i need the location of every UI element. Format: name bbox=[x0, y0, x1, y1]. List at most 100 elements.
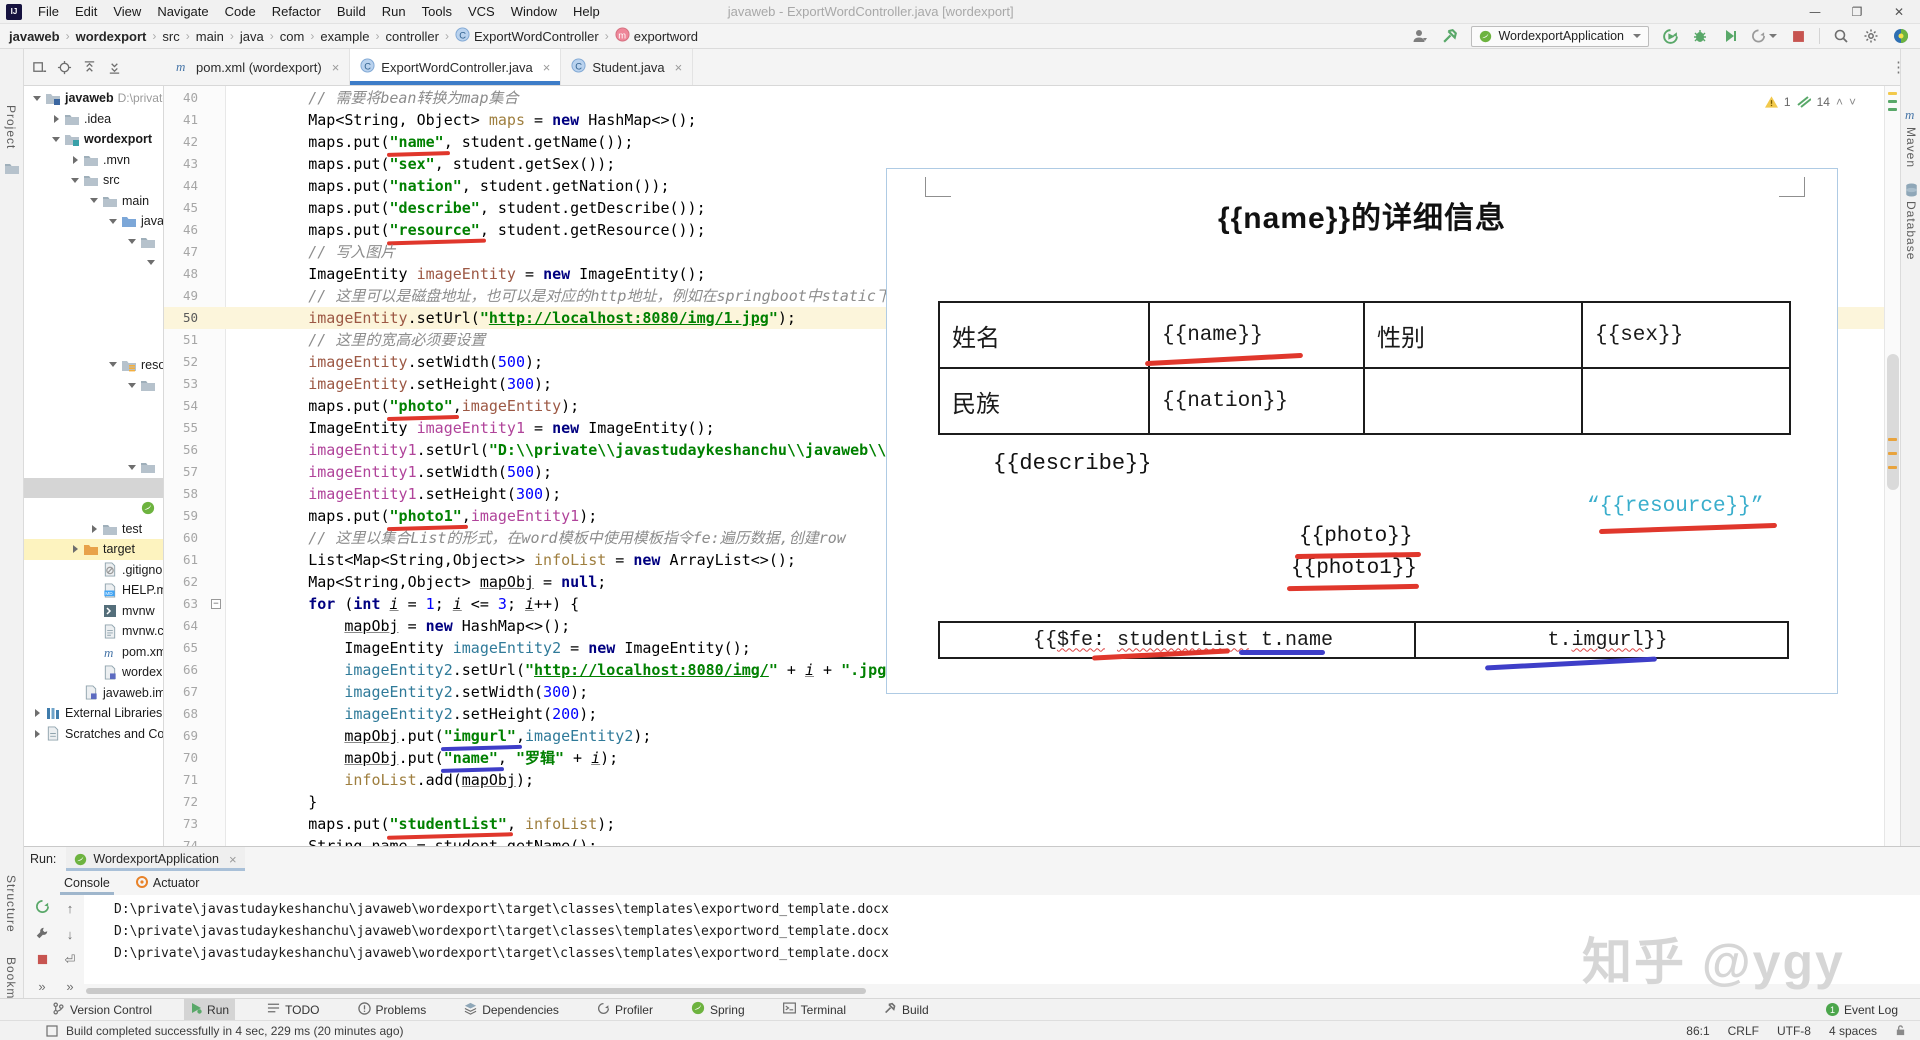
tool-stripe-maven[interactable]: Maven bbox=[1904, 127, 1918, 168]
line-separator[interactable]: CRLF bbox=[1728, 1024, 1759, 1038]
expand-all-icon[interactable] bbox=[82, 60, 97, 75]
scroll-up-icon[interactable]: ↑ bbox=[67, 901, 74, 916]
breadcrumb-item-java[interactable]: java bbox=[239, 29, 265, 44]
tool-stripe-database[interactable]: Database bbox=[1904, 201, 1918, 260]
menu-code[interactable]: Code bbox=[217, 4, 264, 19]
event-log-button[interactable]: 1Event Log bbox=[1826, 1003, 1898, 1017]
run-with-coverage-icon[interactable] bbox=[1721, 27, 1739, 45]
line-number[interactable]: 45 bbox=[164, 197, 208, 219]
plugin-icon[interactable] bbox=[1892, 27, 1910, 45]
toolwindow-button-build[interactable]: Build bbox=[878, 999, 935, 1021]
line-number[interactable]: 56 bbox=[164, 439, 208, 461]
line-number[interactable]: 73 bbox=[164, 813, 208, 835]
line-number[interactable]: 44 bbox=[164, 175, 208, 197]
tree-row[interactable] bbox=[24, 478, 163, 499]
breadcrumb-item-exportword[interactable]: mexportword bbox=[614, 27, 699, 45]
line-number[interactable]: 66 bbox=[164, 659, 208, 681]
close-icon[interactable] bbox=[229, 852, 237, 867]
toolwindow-button-todo[interactable]: TODO bbox=[261, 999, 325, 1021]
run-settings-wrench-icon[interactable] bbox=[35, 926, 49, 943]
tab-pom-xml-wordexport-[interactable]: mpom.xml (wordexport) bbox=[166, 49, 350, 85]
tree-row-mvnw[interactable]: mvnw bbox=[24, 601, 163, 622]
run-view-tab-console[interactable]: Console bbox=[60, 871, 114, 895]
tab-exportwordcontroller-java[interactable]: CExportWordController.java bbox=[350, 49, 561, 85]
line-number[interactable]: 51 bbox=[164, 329, 208, 351]
line-number[interactable]: 70 bbox=[164, 747, 208, 769]
tree-row-javaweb[interactable]: javaweb D:\private bbox=[24, 88, 163, 109]
line-number[interactable]: 71 bbox=[164, 769, 208, 791]
tree-chevron[interactable] bbox=[125, 239, 139, 244]
run-icon[interactable] bbox=[1661, 27, 1679, 45]
tree-row[interactable] bbox=[24, 334, 163, 355]
line-number[interactable]: 41 bbox=[164, 109, 208, 131]
tree-row[interactable] bbox=[24, 457, 163, 478]
run-tab[interactable]: WordexportApplication bbox=[66, 847, 244, 871]
line-number[interactable]: 60 bbox=[164, 527, 208, 549]
breadcrumb-item-controller[interactable]: controller bbox=[384, 29, 439, 44]
code-line-69[interactable]: 69 mapObj.put("imgurl",imageEntity2); bbox=[164, 725, 1884, 747]
run-configuration-select[interactable]: WordexportApplication bbox=[1471, 26, 1649, 47]
soft-wrap-icon[interactable]: ⏎ bbox=[65, 952, 76, 968]
line-number[interactable]: 46 bbox=[164, 219, 208, 241]
tree-row[interactable] bbox=[24, 273, 163, 294]
more-icon[interactable]: » bbox=[66, 979, 73, 994]
profiler-icon[interactable] bbox=[1751, 27, 1777, 45]
line-number[interactable]: 64 bbox=[164, 615, 208, 637]
code-line-73[interactable]: 73 maps.put("studentList", infoList); bbox=[164, 813, 1884, 835]
line-number[interactable]: 49 bbox=[164, 285, 208, 307]
menu-window[interactable]: Window bbox=[503, 4, 565, 19]
line-number[interactable]: 59 bbox=[164, 505, 208, 527]
console-hscrollbar-thumb[interactable] bbox=[86, 988, 866, 994]
line-number[interactable]: 62 bbox=[164, 571, 208, 593]
tree-chevron[interactable] bbox=[30, 96, 44, 101]
code-line-70[interactable]: 70 mapObj.put("name", "罗辑" + i); bbox=[164, 747, 1884, 769]
line-number[interactable]: 63 bbox=[164, 593, 208, 615]
tree-row-mvnw-cmd[interactable]: mvnw.cmd bbox=[24, 621, 163, 642]
toolwindow-button-run[interactable]: Run bbox=[184, 999, 235, 1021]
tree-row-resources[interactable]: resources bbox=[24, 355, 163, 376]
toolwindow-button-dependencies[interactable]: Dependencies bbox=[458, 999, 565, 1021]
stop-icon[interactable] bbox=[37, 953, 48, 968]
debug-icon[interactable] bbox=[1691, 27, 1709, 45]
tree-chevron[interactable] bbox=[68, 545, 82, 553]
menu-refactor[interactable]: Refactor bbox=[264, 4, 329, 19]
tree-row-test[interactable]: test bbox=[24, 519, 163, 540]
caret-position[interactable]: 86:1 bbox=[1686, 1024, 1709, 1038]
tree-chevron[interactable] bbox=[30, 709, 44, 717]
menu-view[interactable]: View bbox=[105, 4, 149, 19]
line-number[interactable]: 57 bbox=[164, 461, 208, 483]
more-icon[interactable]: » bbox=[38, 979, 45, 994]
tree-chevron[interactable] bbox=[68, 156, 82, 164]
scroll-down-icon[interactable]: ↓ bbox=[67, 927, 74, 942]
settings-gear-icon[interactable] bbox=[1862, 27, 1880, 45]
tree-chevron[interactable] bbox=[87, 198, 101, 203]
inspection-widget[interactable]: 1 14 bbox=[1761, 93, 1860, 111]
tree-row-pom-xml[interactable]: mpom.xml bbox=[24, 642, 163, 663]
breadcrumb-item-exportwordcontroller[interactable]: CExportWordController bbox=[454, 27, 600, 45]
breadcrumb-item-com[interactable]: com bbox=[279, 29, 306, 44]
prev-problem-icon[interactable] bbox=[1836, 95, 1843, 109]
menu-build[interactable]: Build bbox=[329, 4, 374, 19]
toolwindow-button-terminal[interactable]: Terminal bbox=[777, 999, 852, 1021]
tool-stripe-structure[interactable]: Structure bbox=[4, 875, 18, 933]
code-line-41[interactable]: 41 Map<String, Object> maps = new HashMa… bbox=[164, 109, 1884, 131]
menu-run[interactable]: Run bbox=[374, 4, 414, 19]
tree-chevron[interactable] bbox=[68, 178, 82, 183]
tree-row[interactable] bbox=[24, 314, 163, 335]
tree-row-target[interactable]: target bbox=[24, 539, 163, 560]
breadcrumb-item-src[interactable]: src bbox=[161, 29, 180, 44]
toolwindow-button-spring[interactable]: Spring bbox=[685, 999, 751, 1021]
toolwindow-button-profiler[interactable]: Profiler bbox=[591, 999, 659, 1021]
code-line-71[interactable]: 71 infoList.add(mapObj); bbox=[164, 769, 1884, 791]
tree-row--idea[interactable]: .idea bbox=[24, 109, 163, 130]
locate-file-icon[interactable] bbox=[57, 60, 72, 75]
tree-row-src[interactable]: src bbox=[24, 170, 163, 191]
line-number[interactable]: 43 bbox=[164, 153, 208, 175]
tree-row-scratches-and-consoles[interactable]: Scratches and Consoles bbox=[24, 724, 163, 745]
tree-row-java[interactable]: java bbox=[24, 211, 163, 232]
line-number[interactable]: 48 bbox=[164, 263, 208, 285]
tree-row[interactable] bbox=[24, 293, 163, 314]
tree-chevron[interactable] bbox=[49, 137, 63, 142]
tree-row[interactable] bbox=[24, 416, 163, 437]
line-number[interactable]: 68 bbox=[164, 703, 208, 725]
